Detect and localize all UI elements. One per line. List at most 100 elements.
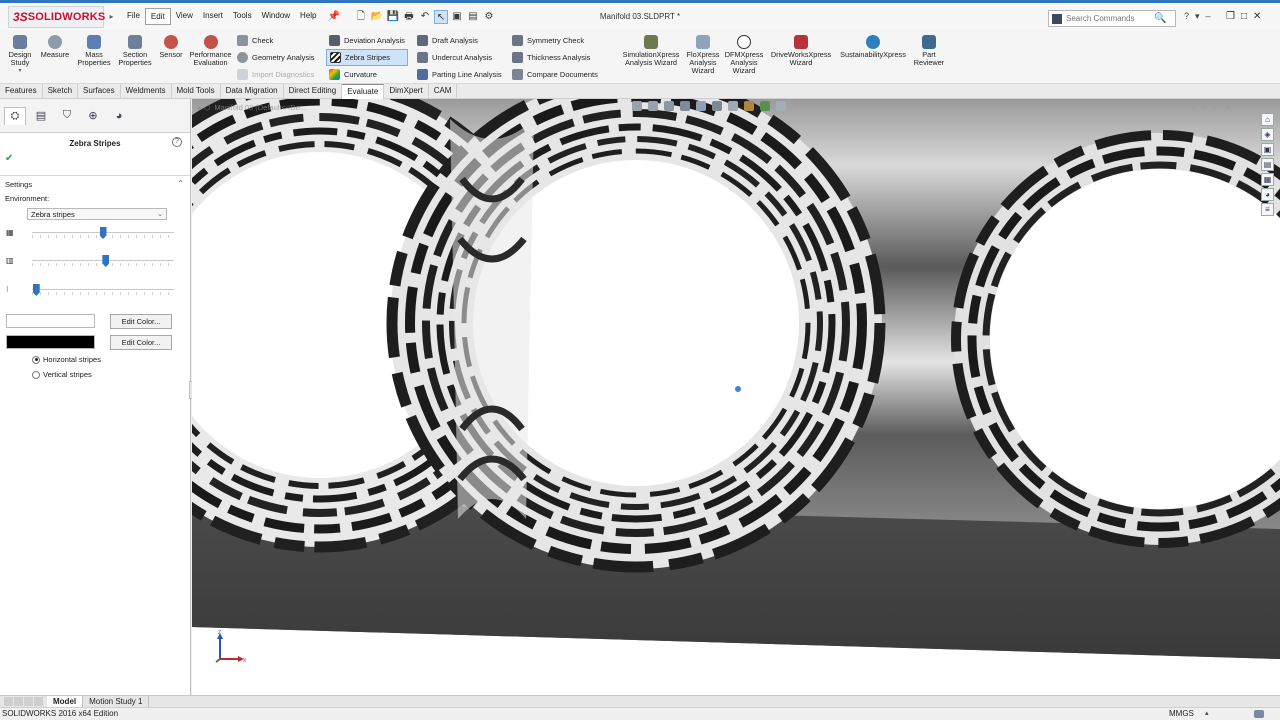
tab-model[interactable]: Model xyxy=(47,695,84,708)
menu-edit[interactable]: Edit xyxy=(144,8,171,25)
floxpress-button[interactable]: FloXpress Analysis Wizard xyxy=(684,35,722,75)
design-study-button[interactable]: Design Study ▾ xyxy=(4,35,36,75)
tab-data-migration[interactable]: Data Migration xyxy=(221,84,284,99)
resources-icon[interactable]: ◈ xyxy=(1261,128,1274,141)
simulationxpress-button[interactable]: SimulationXpress Analysis Wizard xyxy=(618,35,684,67)
print-icon[interactable]: 🖶 xyxy=(402,10,416,24)
tab-weldments[interactable]: Weldments xyxy=(121,84,172,99)
undo-icon[interactable]: ↶ xyxy=(418,10,432,24)
edit-color-2-button[interactable]: Edit Color... xyxy=(110,335,172,350)
file-explorer-icon[interactable]: ▤ xyxy=(1261,158,1274,171)
tab-mold-tools[interactable]: Mold Tools xyxy=(172,84,221,99)
menu-tools[interactable]: Tools xyxy=(228,8,257,25)
options-gear-icon[interactable]: ⚙ xyxy=(482,10,496,24)
tab-cam[interactable]: CAM xyxy=(429,84,458,99)
display-manager-icon[interactable]: ◕ xyxy=(108,107,130,125)
maximize-icon[interactable]: □ xyxy=(1241,11,1247,22)
apply-scene-icon[interactable] xyxy=(760,101,770,111)
view-palette-icon[interactable]: ▦ xyxy=(1261,173,1274,186)
geometry-analysis-button[interactable]: Geometry Analysis xyxy=(234,49,318,66)
dash-icon[interactable]: – xyxy=(1206,11,1211,22)
feature-tree-flyout[interactable]: ▸ ⬡ Manifold 03 (Default<<De... xyxy=(198,103,306,112)
restore-doc-icon[interactable]: ❐ xyxy=(1226,11,1235,22)
curvature-button[interactable]: Curvature xyxy=(326,66,408,83)
previous-view-icon[interactable] xyxy=(664,101,674,111)
parting-line-analysis-button[interactable]: Parting Line Analysis xyxy=(414,66,505,83)
zebra-stripes-button[interactable]: Zebra Stripes xyxy=(326,49,408,66)
check-button[interactable]: Check xyxy=(234,32,318,49)
help-icon[interactable]: ? xyxy=(1184,11,1189,22)
file-properties-icon[interactable]: ▤ xyxy=(466,10,480,24)
home-icon[interactable]: ⌂ xyxy=(1261,113,1274,126)
tab-surfaces[interactable]: Surfaces xyxy=(78,84,121,99)
viewport-close-icon[interactable]: ✕ xyxy=(1225,103,1232,112)
tab-motion-study-1[interactable]: Motion Study 1 xyxy=(83,695,150,708)
environment-select[interactable]: Zebra stripes ⌄ xyxy=(27,208,167,220)
horizontal-stripes-radio[interactable] xyxy=(32,355,40,364)
search-scope-icon[interactable] xyxy=(1052,13,1062,24)
zoom-to-fit-icon[interactable] xyxy=(632,101,642,111)
sustainabilityxpress-button[interactable]: SustainabilityXpress xyxy=(836,35,910,59)
first-tab-arrow-icon[interactable] xyxy=(4,697,13,706)
thickness-analysis-button[interactable]: Thickness Analysis xyxy=(509,49,601,66)
graphics-area[interactable]: ▸ ⬡ Manifold 03 (Default<<De... ▫ ▫ ▫ ✕ … xyxy=(192,99,1280,695)
property-manager-icon[interactable]: ▤ xyxy=(30,107,52,125)
compare-documents-button[interactable]: Compare Documents xyxy=(509,66,601,83)
rebuild-icon[interactable]: ▣ xyxy=(450,10,464,24)
design-library-icon[interactable]: ▣ xyxy=(1261,143,1274,156)
unit-system[interactable]: MMGS xyxy=(1169,708,1194,720)
settings-group-header[interactable]: Settings ⌃ xyxy=(0,175,190,191)
view-orientation-icon[interactable] xyxy=(696,101,706,111)
section-properties-button[interactable]: Section Properties xyxy=(115,35,155,67)
zebra-stripes-model-view[interactable] xyxy=(192,99,1280,695)
menu-window[interactable]: Window xyxy=(257,8,295,25)
undercut-analysis-button[interactable]: Undercut Analysis xyxy=(414,49,505,66)
edit-color-1-button[interactable]: Edit Color... xyxy=(110,314,172,329)
appearances-icon[interactable]: ◕ xyxy=(1261,188,1274,201)
tab-direct-editing[interactable]: Direct Editing xyxy=(284,84,343,99)
solidworks-logo-button[interactable]: 3S SOLIDWORKS ▸ xyxy=(8,5,113,28)
sensor-button[interactable]: Sensor xyxy=(156,35,186,59)
tab-evaluate[interactable]: Evaluate xyxy=(342,84,385,99)
menu-view[interactable]: View xyxy=(171,8,198,25)
close-icon[interactable]: ✕ xyxy=(1253,11,1261,22)
dfmxpress-button[interactable]: DFMXpress Analysis Wizard xyxy=(724,35,764,75)
viewport-restore-icon[interactable]: ▫ xyxy=(1203,103,1206,112)
save-icon[interactable]: 💾 xyxy=(386,10,400,24)
configuration-manager-icon[interactable]: ⛉ xyxy=(56,107,78,125)
menu-help[interactable]: Help xyxy=(295,8,321,25)
stripe-width-slider[interactable]: ▥ xyxy=(6,254,176,268)
display-style-icon[interactable] xyxy=(712,101,722,111)
menu-insert[interactable]: Insert xyxy=(198,8,228,25)
vertical-stripes-radio[interactable] xyxy=(32,370,40,379)
new-document-icon[interactable]: 🗋 xyxy=(354,10,368,24)
zoom-to-area-icon[interactable] xyxy=(648,101,658,111)
driveworksxpress-button[interactable]: DriveWorksXpress Wizard xyxy=(768,35,834,67)
view-settings-icon[interactable] xyxy=(776,101,786,111)
number-of-stripes-slider[interactable]: ▦ xyxy=(6,226,176,240)
mass-properties-button[interactable]: Mass Properties xyxy=(74,35,114,67)
horizontal-stripes-option[interactable]: Horizontal stripes xyxy=(32,355,101,364)
select-icon[interactable]: ↖ xyxy=(433,9,448,24)
custom-properties-icon[interactable]: ≡ xyxy=(1261,203,1274,216)
quick-tips-icon[interactable] xyxy=(1254,710,1264,718)
prev-tab-arrow-icon[interactable] xyxy=(14,697,23,706)
tab-dimxpert[interactable]: DimXpert xyxy=(384,84,429,99)
help-icon[interactable]: ? xyxy=(172,137,182,147)
pin-icon[interactable]: 📌 xyxy=(328,11,340,22)
open-icon[interactable]: 📂 xyxy=(370,10,384,24)
chevron-up-icon[interactable]: ▴ xyxy=(1205,708,1209,720)
tab-features[interactable]: Features xyxy=(0,84,43,99)
search-icon[interactable]: 🔍 xyxy=(1154,13,1166,24)
last-tab-arrow-icon[interactable] xyxy=(34,697,43,706)
feature-tree-icon[interactable]: ⛭ xyxy=(4,106,26,125)
measure-button[interactable]: Measure xyxy=(38,35,72,59)
symmetry-check-button[interactable]: Symmetry Check xyxy=(509,32,601,49)
vertical-stripes-option[interactable]: Vertical stripes xyxy=(32,370,92,379)
hide-show-items-icon[interactable] xyxy=(728,101,738,111)
edit-appearance-icon[interactable] xyxy=(744,101,754,111)
next-tab-arrow-icon[interactable] xyxy=(24,697,33,706)
performance-evaluation-button[interactable]: Performance Evaluation xyxy=(188,35,233,67)
deviation-analysis-button[interactable]: Deviation Analysis xyxy=(326,32,408,49)
draft-analysis-button[interactable]: Draft Analysis xyxy=(414,32,505,49)
